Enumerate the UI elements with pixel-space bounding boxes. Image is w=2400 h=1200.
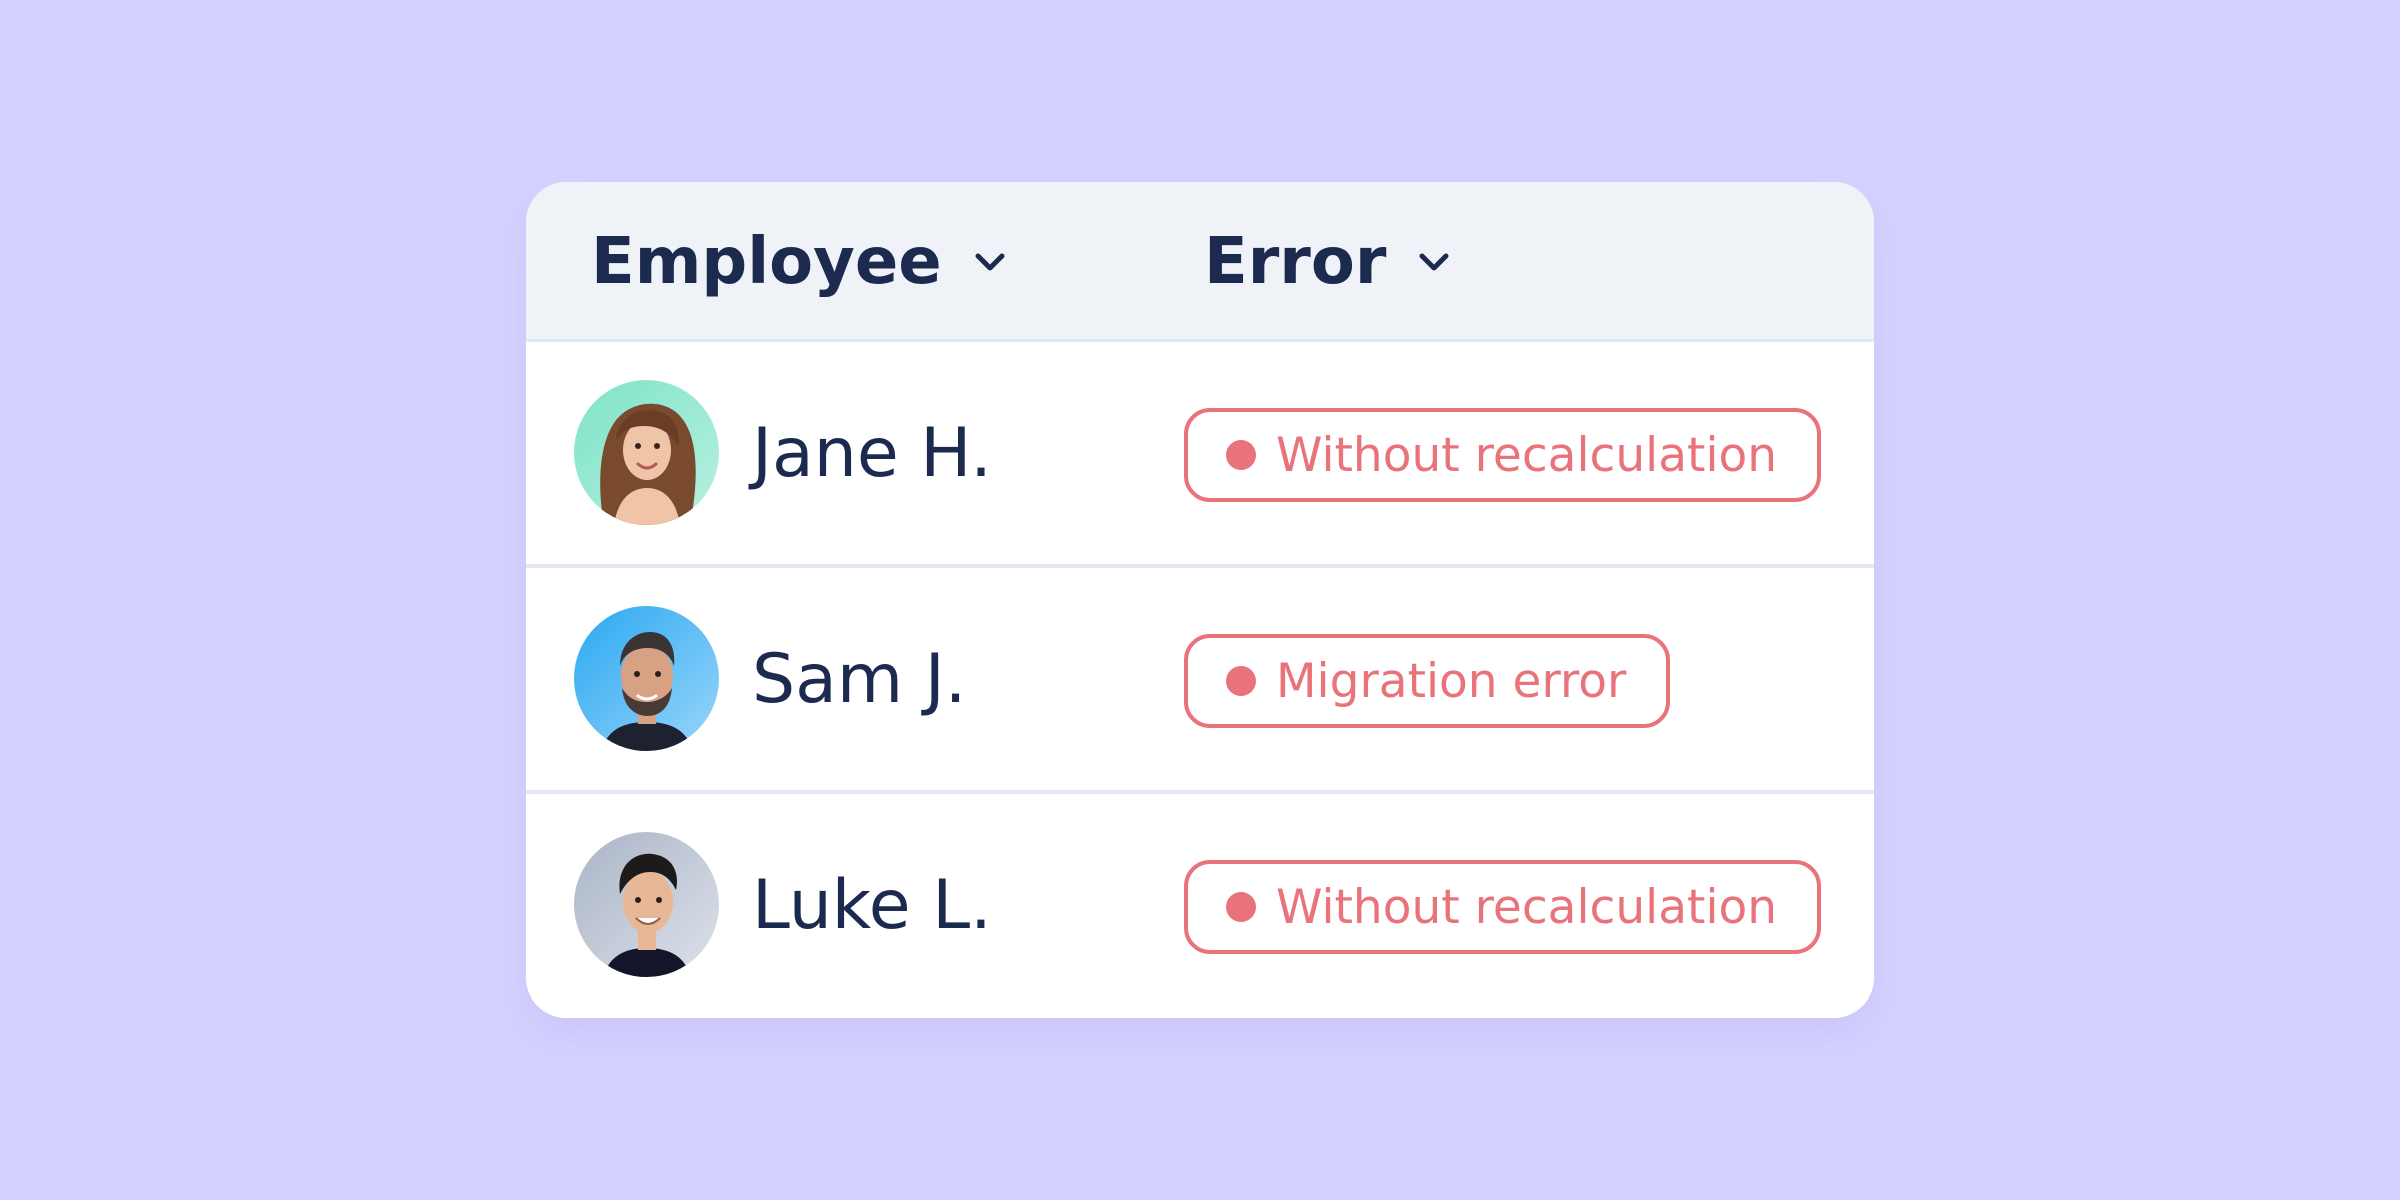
status-dot-icon [1226, 440, 1256, 470]
error-label: Without recalculation [1276, 879, 1778, 935]
chevron-down-icon [1419, 253, 1449, 271]
status-dot-icon [1226, 892, 1256, 922]
error-label: Migration error [1276, 653, 1627, 709]
table-header: Employee Error [526, 182, 1874, 342]
error-badge[interactable]: Without recalculation [1184, 408, 1822, 502]
table-row[interactable]: Luke L. Without recalculation [526, 794, 1874, 1018]
employee-name: Jane H. [752, 413, 992, 493]
error-label: Without recalculation [1276, 427, 1778, 483]
status-dot-icon [1226, 666, 1256, 696]
avatar [574, 832, 719, 977]
avatar [574, 380, 719, 525]
column-header-label: Error [1204, 225, 1387, 299]
employee-error-table: Employee Error Jane H. Without recalcula… [526, 182, 1874, 1018]
column-header-error[interactable]: Error [1204, 182, 1454, 342]
chevron-down-icon [975, 253, 1005, 271]
table-row[interactable]: Sam J. Migration error [526, 568, 1874, 794]
employee-name: Sam J. [752, 639, 967, 719]
column-header-label: Employee [591, 225, 942, 299]
avatar [574, 606, 719, 751]
error-badge[interactable]: Migration error [1184, 634, 1671, 728]
error-badge[interactable]: Without recalculation [1184, 860, 1822, 954]
column-header-employee[interactable]: Employee [591, 182, 1010, 342]
employee-name: Luke L. [752, 865, 992, 945]
table-row[interactable]: Jane H. Without recalculation [526, 342, 1874, 568]
